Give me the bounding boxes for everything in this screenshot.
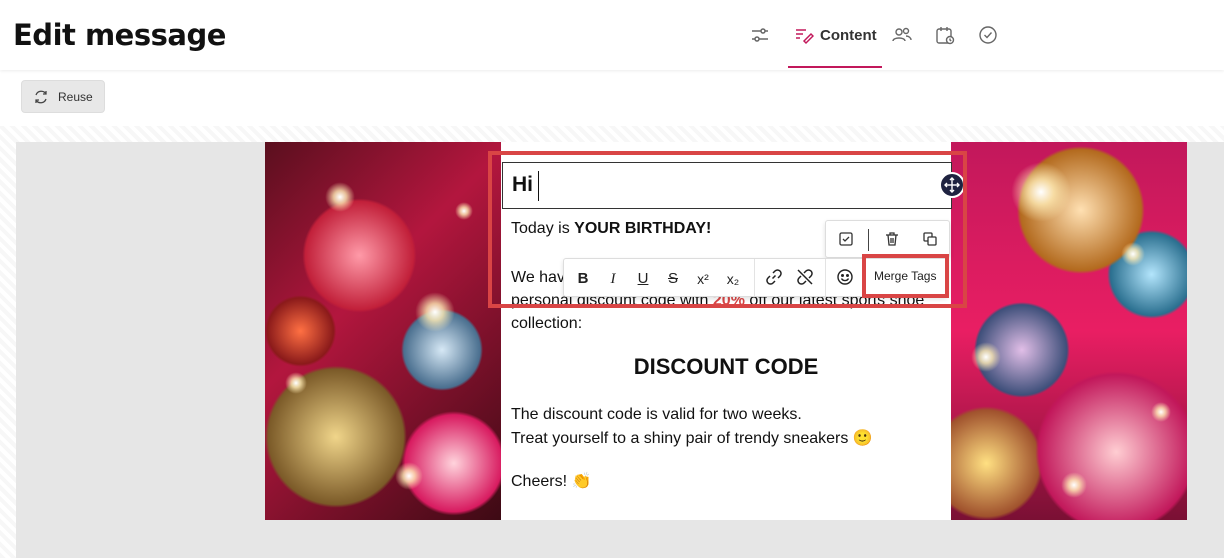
- editor-canvas: Hi Today is YOUR BIRTHDAY! We hav person…: [0, 126, 1224, 558]
- signoff-paragraph[interactable]: Cheers! 👏: [511, 471, 591, 491]
- delete-trash-icon[interactable]: [884, 231, 902, 249]
- settings-sliders-icon[interactable]: [750, 25, 772, 47]
- header: Edit message Content: [0, 0, 1224, 70]
- validity-paragraph[interactable]: The discount code is valid for two weeks…: [511, 403, 873, 451]
- link-icon[interactable]: [763, 268, 785, 290]
- bold-button[interactable]: B: [572, 268, 594, 290]
- audience-users-icon[interactable]: [892, 25, 914, 47]
- merge-tags-button[interactable]: Merge Tags: [874, 269, 936, 283]
- discount-code-title[interactable]: DISCOUNT CODE: [501, 354, 951, 380]
- select-check-icon[interactable]: [838, 231, 856, 249]
- email-stage: Hi Today is YOUR BIRTHDAY! We hav person…: [16, 142, 1224, 558]
- page-title: Edit message: [13, 18, 226, 52]
- content-pen-icon: [794, 25, 816, 47]
- review-check-icon[interactable]: [978, 25, 1000, 47]
- offer-line-3: collection:: [511, 315, 583, 332]
- divider: [825, 259, 826, 296]
- subscript-button[interactable]: x₂: [722, 268, 744, 290]
- unlink-icon[interactable]: [794, 268, 816, 290]
- emoji-icon[interactable]: [834, 268, 856, 290]
- underline-button[interactable]: U: [632, 268, 654, 290]
- validity-line: The discount code is valid for two weeks…: [511, 406, 802, 423]
- schedule-calendar-icon[interactable]: [935, 25, 957, 47]
- italic-button[interactable]: I: [602, 268, 624, 290]
- treat-line: Treat yourself to a shiny pair of trendy…: [511, 430, 873, 447]
- reuse-button[interactable]: Reuse: [21, 80, 105, 113]
- tab-content-label: Content: [820, 27, 877, 44]
- reuse-cycle-icon: [33, 89, 49, 105]
- reuse-label: Reuse: [58, 90, 93, 104]
- tab-content[interactable]: Content: [788, 0, 882, 68]
- duplicate-icon[interactable]: [922, 231, 940, 249]
- divider: [868, 229, 869, 251]
- block-tools-popover: [825, 220, 950, 258]
- superscript-button[interactable]: x²: [692, 268, 714, 290]
- strikethrough-button[interactable]: S: [662, 268, 684, 290]
- balloons-background-right: [951, 142, 1187, 520]
- action-toolbar: Reuse: [0, 70, 1224, 126]
- balloons-background-left: [265, 142, 501, 520]
- divider: [754, 259, 755, 296]
